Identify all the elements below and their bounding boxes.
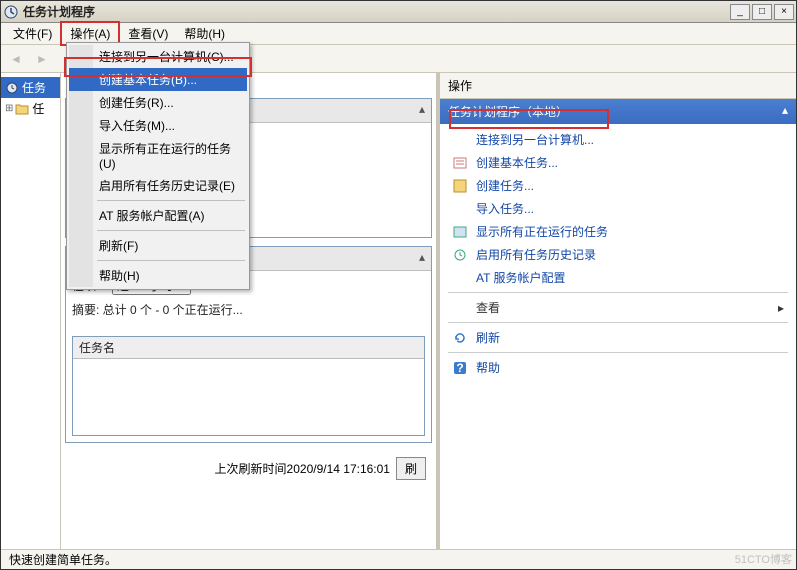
menu-enable-history[interactable]: 启用所有任务历史记录(E) — [69, 174, 247, 197]
forward-icon: ► — [31, 48, 53, 70]
action-separator — [448, 292, 788, 293]
running-tasks-icon — [452, 224, 468, 240]
grid-col-name[interactable]: 任务名 — [73, 337, 424, 359]
action-create-task[interactable]: 创建任务... — [440, 174, 796, 197]
refresh-button[interactable]: 刷 — [396, 457, 426, 480]
refresh-row: 上次刷新时间2020/9/14 17:16:01 刷 — [65, 451, 432, 486]
create-task-icon — [452, 178, 468, 194]
status-summary: 摘要: 总计 0 个 - 0 个正在运行... — [72, 301, 425, 318]
status-text: 快速创建简单任务。 — [9, 551, 117, 568]
action-import-label: 导入任务... — [476, 200, 534, 217]
action-import-task[interactable]: 导入任务... — [440, 197, 796, 220]
chevron-up-icon[interactable]: ▴ — [419, 102, 425, 119]
chevron-right-icon: ▸ — [778, 301, 784, 315]
history-icon — [452, 247, 468, 263]
actions-subheader-label: 任务计划程序（本地） — [448, 103, 568, 120]
menu-create-task[interactable]: 创建任务(R)... — [69, 91, 247, 114]
tree-panel: 任务 ⊞ 任 — [1, 73, 61, 549]
back-icon: ◄ — [5, 48, 27, 70]
close-button[interactable]: × — [774, 4, 794, 20]
tree-child-label: 任 — [32, 100, 44, 117]
watermark: 51CTO博客 — [735, 551, 792, 567]
action-create-basic-label: 创建基本任务... — [476, 154, 558, 171]
status-body: 在以... 近 24 小时 摘要: 总计 0 个 - 0 个正在运行... 任务… — [66, 271, 431, 442]
action-view-label: 查看 — [476, 299, 500, 316]
action-enable-history[interactable]: 启用所有任务历史记录 — [440, 243, 796, 266]
actions-subheader[interactable]: 任务计划程序（本地） ▴ — [440, 99, 796, 124]
menu-dropdown-help[interactable]: 帮助(H) — [69, 264, 247, 287]
help-icon: ? — [452, 360, 468, 376]
actions-header: 操作 — [440, 73, 796, 99]
action-at-account-label: AT 服务帐户配置 — [476, 269, 566, 286]
action-enable-history-label: 启用所有任务历史记录 — [476, 246, 596, 263]
menu-separator — [97, 200, 245, 201]
menu-separator — [97, 260, 245, 261]
chevron-up-icon[interactable]: ▴ — [419, 250, 425, 267]
action-refresh[interactable]: 刷新 — [440, 326, 796, 349]
action-help[interactable]: ? 帮助 — [440, 356, 796, 379]
menu-file[interactable]: 文件(F) — [5, 23, 60, 44]
window-title: 任务计划程序 — [23, 3, 728, 20]
menu-import-task[interactable]: 导入任务(M)... — [69, 114, 247, 137]
menu-view[interactable]: 查看(V) — [120, 23, 176, 44]
menu-connect[interactable]: 连接到另一台计算机(C)... — [69, 45, 247, 68]
action-create-task-label: 创建任务... — [476, 177, 534, 194]
actions-pane: 操作 任务计划程序（本地） ▴ 连接到另一台计算机... 创建基本任务... 创… — [436, 73, 796, 549]
action-help-label: 帮助 — [476, 359, 500, 376]
action-at-account[interactable]: AT 服务帐户配置 — [440, 266, 796, 289]
chevron-up-icon[interactable]: ▴ — [782, 103, 788, 120]
statusbar: 快速创建简单任务。 — [1, 549, 796, 569]
action-create-basic-task[interactable]: 创建基本任务... — [440, 151, 796, 174]
last-refresh-label: 上次刷新时间2020/9/14 17:16:01 — [215, 460, 390, 477]
menu-show-running[interactable]: 显示所有正在运行的任务(U) — [69, 137, 247, 174]
action-dropdown: 连接到另一台计算机(C)... 创建基本任务(B)... 创建任务(R)... … — [66, 42, 250, 290]
action-connect[interactable]: 连接到另一台计算机... — [440, 128, 796, 151]
tree-root-label: 任务 — [22, 79, 46, 96]
action-separator — [448, 322, 788, 323]
refresh-icon — [452, 330, 468, 346]
menu-help[interactable]: 帮助(H) — [176, 23, 233, 44]
app-window: 任务计划程序 _ □ × 文件(F) 操作(A) 查看(V) 帮助(H) ◄ ►… — [0, 0, 797, 570]
menu-separator — [97, 230, 245, 231]
actions-list: 连接到另一台计算机... 创建基本任务... 创建任务... 导入任务... 显… — [440, 124, 796, 549]
svg-text:?: ? — [456, 361, 463, 375]
titlebar: 任务计划程序 _ □ × — [1, 1, 796, 23]
task-scheduler-icon — [3, 4, 19, 20]
action-show-running[interactable]: 显示所有正在运行的任务 — [440, 220, 796, 243]
task-grid[interactable]: 任务名 — [72, 336, 425, 436]
menu-at-account[interactable]: AT 服务帐户配置(A) — [69, 204, 247, 227]
folder-icon — [15, 103, 29, 115]
action-refresh-label: 刷新 — [476, 329, 500, 346]
action-view[interactable]: 查看 ▸ — [440, 296, 796, 319]
create-basic-task-icon — [452, 155, 468, 171]
action-separator — [448, 352, 788, 353]
task-scheduler-icon — [5, 81, 19, 95]
expand-icon[interactable]: ⊞ — [5, 103, 13, 114]
minimize-button[interactable]: _ — [730, 4, 750, 20]
menu-refresh[interactable]: 刷新(F) — [69, 234, 247, 257]
tree-root[interactable]: 任务 — [1, 77, 60, 98]
action-show-running-label: 显示所有正在运行的任务 — [476, 223, 608, 240]
menu-create-basic-task[interactable]: 创建基本任务(B)... — [69, 68, 247, 91]
action-connect-label: 连接到另一台计算机... — [476, 131, 594, 148]
maximize-button[interactable]: □ — [752, 4, 772, 20]
tree-child[interactable]: ⊞ 任 — [1, 98, 60, 119]
